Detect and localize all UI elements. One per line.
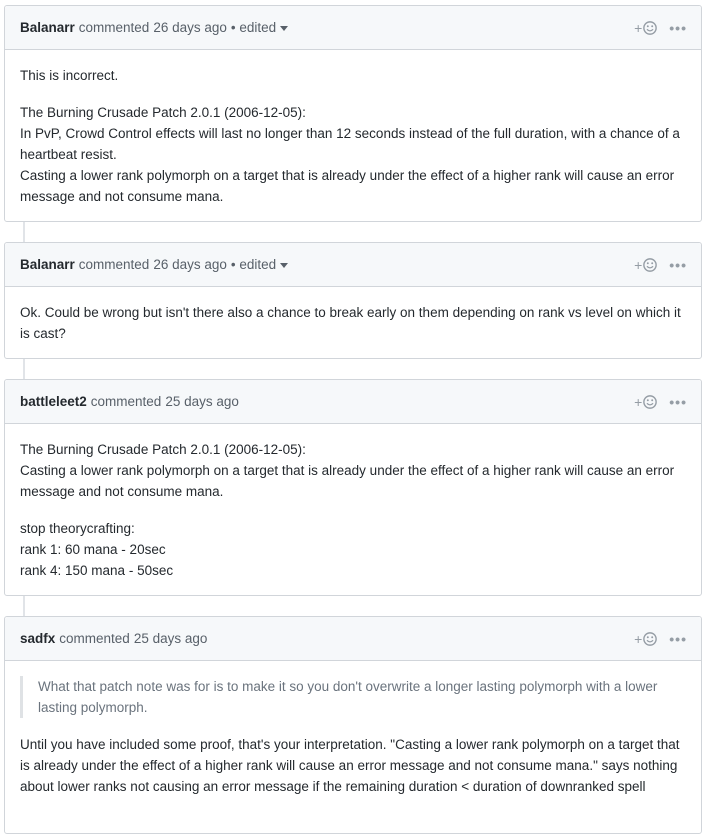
kebab-icon[interactable]: ••• xyxy=(669,257,687,273)
comment-verb: commented xyxy=(59,631,130,646)
comment-verb: commented xyxy=(90,394,162,409)
timeline-connector xyxy=(23,359,25,379)
comment-header: Balanarr commented 26 days ago • edited … xyxy=(5,6,701,50)
comment-paragraph: Until you have included some proof, that… xyxy=(20,737,680,794)
plus-label: + xyxy=(634,393,643,410)
comment-1: Balanarr commented 26 days ago • edited … xyxy=(4,5,702,222)
comment-verb: commented xyxy=(78,257,150,272)
comment-3: battleleet2 commented 25 days ago + ••• … xyxy=(4,379,702,596)
kebab-icon[interactable]: ••• xyxy=(669,20,687,36)
edited-label: • edited xyxy=(230,257,277,272)
smiley-icon xyxy=(643,631,658,646)
smiley-icon xyxy=(643,257,658,272)
plus-label: + xyxy=(634,256,643,273)
edited-label: • edited xyxy=(230,20,277,35)
timeline-connector xyxy=(23,222,25,242)
comment-line: Casting a lower rank polymorph on a targ… xyxy=(20,463,675,499)
comment-line: rank 1: 60 mana - 20sec xyxy=(20,542,166,557)
edited-dropdown[interactable]: • edited xyxy=(230,257,289,272)
comment-timestamp[interactable]: 26 days ago xyxy=(153,257,227,272)
timeline-connector xyxy=(23,596,25,616)
kebab-icon[interactable]: ••• xyxy=(669,394,687,410)
comment-timestamp[interactable]: 25 days ago xyxy=(134,631,208,646)
add-reaction-button[interactable]: + xyxy=(634,630,658,647)
caret-down-icon xyxy=(280,26,289,31)
comment-author[interactable]: battleleet2 xyxy=(20,394,87,409)
plus-label: + xyxy=(634,630,643,647)
comment-line: Casting a lower rank polymorph on a targ… xyxy=(20,168,675,204)
comment-2: Balanarr commented 26 days ago • edited … xyxy=(4,242,702,359)
comment-actions: + ••• xyxy=(634,380,687,423)
comment-timestamp[interactable]: 26 days ago xyxy=(153,20,227,35)
comment-paragraph: Ok. Could be wrong but isn't there also … xyxy=(20,305,681,341)
comment-line: The Burning Crusade Patch 2.0.1 (2006-12… xyxy=(20,105,306,120)
add-reaction-button[interactable]: + xyxy=(634,393,658,410)
comment-header: sadfx commented 25 days ago + ••• xyxy=(5,617,701,661)
comment-line: stop theorycrafting: xyxy=(20,521,135,536)
comment-paragraph: This is incorrect. xyxy=(20,68,119,83)
comment-header: Balanarr commented 26 days ago • edited … xyxy=(5,243,701,287)
comment-author[interactable]: Balanarr xyxy=(20,20,75,35)
add-reaction-button[interactable]: + xyxy=(634,256,658,273)
caret-down-icon xyxy=(280,263,289,268)
comment-paragraph: stop theorycrafting: rank 1: 60 mana - 2… xyxy=(20,518,686,581)
comment-actions: + ••• xyxy=(634,6,687,49)
comment-author[interactable]: sadfx xyxy=(20,631,55,646)
comment-verb: commented xyxy=(78,20,150,35)
comment-paragraph: The Burning Crusade Patch 2.0.1 (2006-12… xyxy=(20,102,686,207)
comment-paragraph: The Burning Crusade Patch 2.0.1 (2006-12… xyxy=(20,439,686,502)
comment-header: battleleet2 commented 25 days ago + ••• xyxy=(5,380,701,424)
comment-actions: + ••• xyxy=(634,617,687,660)
add-reaction-button[interactable]: + xyxy=(634,19,658,36)
smiley-icon xyxy=(643,20,658,35)
comment-4: sadfx commented 25 days ago + ••• What t… xyxy=(4,616,702,834)
comment-author[interactable]: Balanarr xyxy=(20,257,75,272)
comment-body: The Burning Crusade Patch 2.0.1 (2006-12… xyxy=(5,424,701,595)
comment-line: The Burning Crusade Patch 2.0.1 (2006-12… xyxy=(20,442,306,457)
smiley-icon xyxy=(643,394,658,409)
comment-timestamp[interactable]: 25 days ago xyxy=(165,394,239,409)
edited-dropdown[interactable]: • edited xyxy=(230,20,289,35)
comment-body: This is incorrect. The Burning Crusade P… xyxy=(5,50,701,221)
quoted-text: What that patch note was for is to make … xyxy=(20,676,686,718)
comment-line: rank 4: 150 mana - 50sec xyxy=(20,563,174,578)
kebab-icon[interactable]: ••• xyxy=(669,631,687,647)
comment-actions: + ••• xyxy=(634,243,687,286)
comment-body: Ok. Could be wrong but isn't there also … xyxy=(5,287,701,358)
comment-line: In PvP, Crowd Control effects will last … xyxy=(20,126,680,162)
comment-body: What that patch note was for is to make … xyxy=(5,661,701,811)
plus-label: + xyxy=(634,19,643,36)
